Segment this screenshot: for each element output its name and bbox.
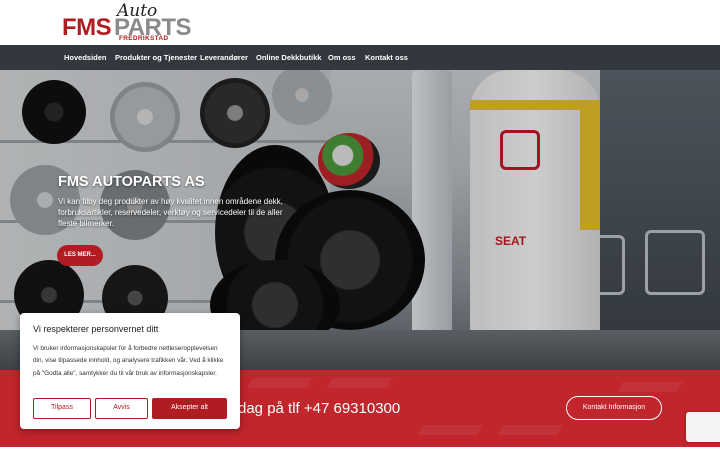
site-header: FMS PARTS Auto FREDRIKSTAD [0,0,720,45]
band-pattern [247,378,313,388]
cookie-customize-button[interactable]: Tilpass [33,398,91,419]
read-more-button[interactable]: LES MER... [57,245,103,266]
cookie-text: Vi bruker informasjonskapsler for å forb… [33,345,224,377]
band-pattern [417,425,483,435]
cookie-consent-banner: Vi respekterer personvernet ditt Vi bruk… [20,313,240,429]
contact-phone-text: dag på tlf +47 69310300 [238,400,401,417]
main-nav: Hovedsiden Produkter og Tjenester Levera… [0,45,720,70]
hero-title: FMS AUTOPARTS AS [58,174,205,190]
logo-auto-script: Auto [117,1,158,21]
nav-item-dekkbutikk[interactable]: Online Dekkbutikk [256,53,321,62]
logo-fms-text: FMS [62,14,112,41]
band-pattern [327,378,393,388]
cookie-accept-button[interactable]: Aksepter alt [152,398,227,419]
nav-item-hovedsiden[interactable]: Hovedsiden [64,53,107,62]
contact-info-button[interactable]: Kontakt Informasjon [566,396,662,420]
nav-item-leverandorer[interactable]: Leverandører [200,53,248,62]
nav-item-kontakt[interactable]: Kontakt oss [365,53,408,62]
cookie-title: Vi respekterer personvernet ditt [33,324,159,334]
recaptcha-badge[interactable] [686,412,720,442]
hero-description: Vi kan tilby deg produkter av høy kvalit… [58,197,283,228]
site-logo[interactable]: FMS PARTS Auto FREDRIKSTAD [62,1,202,44]
band-pattern [617,382,683,392]
cookie-reject-button[interactable]: Avvis [95,398,148,419]
nav-item-produkter[interactable]: Produkter og Tjenester [115,53,197,62]
logo-location: FREDRIKSTAD [119,35,169,42]
nav-item-om-oss[interactable]: Om oss [328,53,356,62]
band-pattern [497,425,563,435]
